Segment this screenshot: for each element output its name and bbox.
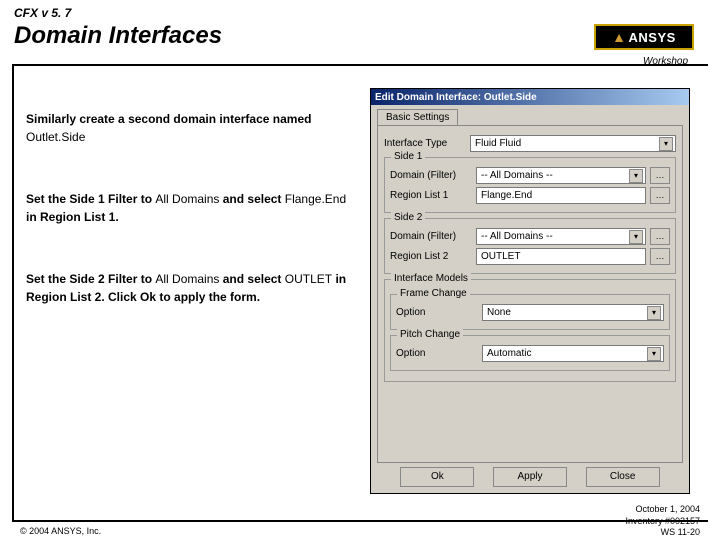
footer-page: WS 11-20 bbox=[625, 527, 700, 538]
group-title-iface-models: Interface Models bbox=[391, 273, 471, 284]
listbox-region-list-2[interactable]: OUTLET bbox=[476, 248, 646, 265]
label-region-list-1: Region List 1 bbox=[390, 190, 472, 201]
version-label: CFX v 5. 7 bbox=[14, 6, 706, 20]
label-interface-type: Interface Type bbox=[384, 138, 466, 149]
instruction-2: Set the Side 1 Filter to All Domains and… bbox=[26, 190, 356, 226]
select-interface-type[interactable]: Fluid Fluid▾ bbox=[470, 135, 676, 152]
label-region-list-2: Region List 2 bbox=[390, 251, 472, 262]
label-option-pitch: Option bbox=[396, 348, 478, 359]
group-side2: Side 2 Domain (Filter) -- All Domains --… bbox=[384, 218, 676, 274]
select-domain-filter-2[interactable]: -- All Domains --▾ bbox=[476, 228, 646, 245]
dialog: Edit Domain Interface: Outlet.Side Basic… bbox=[370, 88, 690, 494]
group-title-side1: Side 1 bbox=[391, 151, 425, 162]
instruction-3: Set the Side 2 Filter to All Domains and… bbox=[26, 270, 356, 306]
ellipsis-button[interactable]: … bbox=[650, 167, 670, 184]
footer-inventory: Inventory #002157 bbox=[625, 516, 700, 527]
select-domain-filter-1[interactable]: -- All Domains --▾ bbox=[476, 167, 646, 184]
chevron-down-icon[interactable]: ▾ bbox=[659, 137, 673, 151]
label-domain-filter-1: Domain (Filter) bbox=[390, 170, 472, 181]
dialog-panel: Interface Type Fluid Fluid▾ Side 1 Domai… bbox=[377, 125, 683, 463]
close-button[interactable]: Close bbox=[586, 467, 660, 487]
select-pitch-change[interactable]: Automatic▾ bbox=[482, 345, 664, 362]
ellipsis-button[interactable]: … bbox=[650, 228, 670, 245]
chevron-down-icon[interactable]: ▾ bbox=[629, 169, 643, 183]
apply-button[interactable]: Apply bbox=[493, 467, 567, 487]
footer-copyright: © 2004 ANSYS, Inc. bbox=[20, 526, 101, 536]
frame-left bbox=[12, 64, 14, 520]
ellipsis-button[interactable]: … bbox=[650, 248, 670, 265]
group-pitch-change: Pitch Change Option Automatic▾ bbox=[390, 335, 670, 371]
ellipsis-button[interactable]: … bbox=[650, 187, 670, 204]
label-option-frame: Option bbox=[396, 307, 478, 318]
footer-info: October 1, 2004 Inventory #002157 WS 11-… bbox=[625, 504, 700, 538]
select-frame-change[interactable]: None▾ bbox=[482, 304, 664, 321]
footer-date: October 1, 2004 bbox=[625, 504, 700, 515]
group-side1: Side 1 Domain (Filter) -- All Domains --… bbox=[384, 157, 676, 213]
group-title-side2: Side 2 bbox=[391, 212, 425, 223]
group-interface-models: Interface Models Frame Change Option Non… bbox=[384, 279, 676, 382]
listbox-region-list-1[interactable]: Flange.End bbox=[476, 187, 646, 204]
group-frame-change: Frame Change Option None▾ bbox=[390, 294, 670, 330]
group-title-pitch-change: Pitch Change bbox=[397, 329, 463, 340]
group-title-frame-change: Frame Change bbox=[397, 288, 470, 299]
dialog-titlebar: Edit Domain Interface: Outlet.Side bbox=[371, 89, 689, 105]
chevron-down-icon[interactable]: ▾ bbox=[629, 230, 643, 244]
logo: ▲ANSYS bbox=[594, 24, 694, 50]
tab-basic-settings[interactable]: Basic Settings bbox=[377, 109, 458, 125]
ok-button[interactable]: Ok bbox=[400, 467, 474, 487]
label-domain-filter-2: Domain (Filter) bbox=[390, 231, 472, 242]
frame-bottom bbox=[12, 520, 708, 522]
chevron-down-icon[interactable]: ▾ bbox=[647, 306, 661, 320]
frame-top bbox=[12, 64, 708, 66]
chevron-down-icon[interactable]: ▾ bbox=[647, 347, 661, 361]
instruction-1: Similarly create a second domain interfa… bbox=[26, 110, 356, 146]
